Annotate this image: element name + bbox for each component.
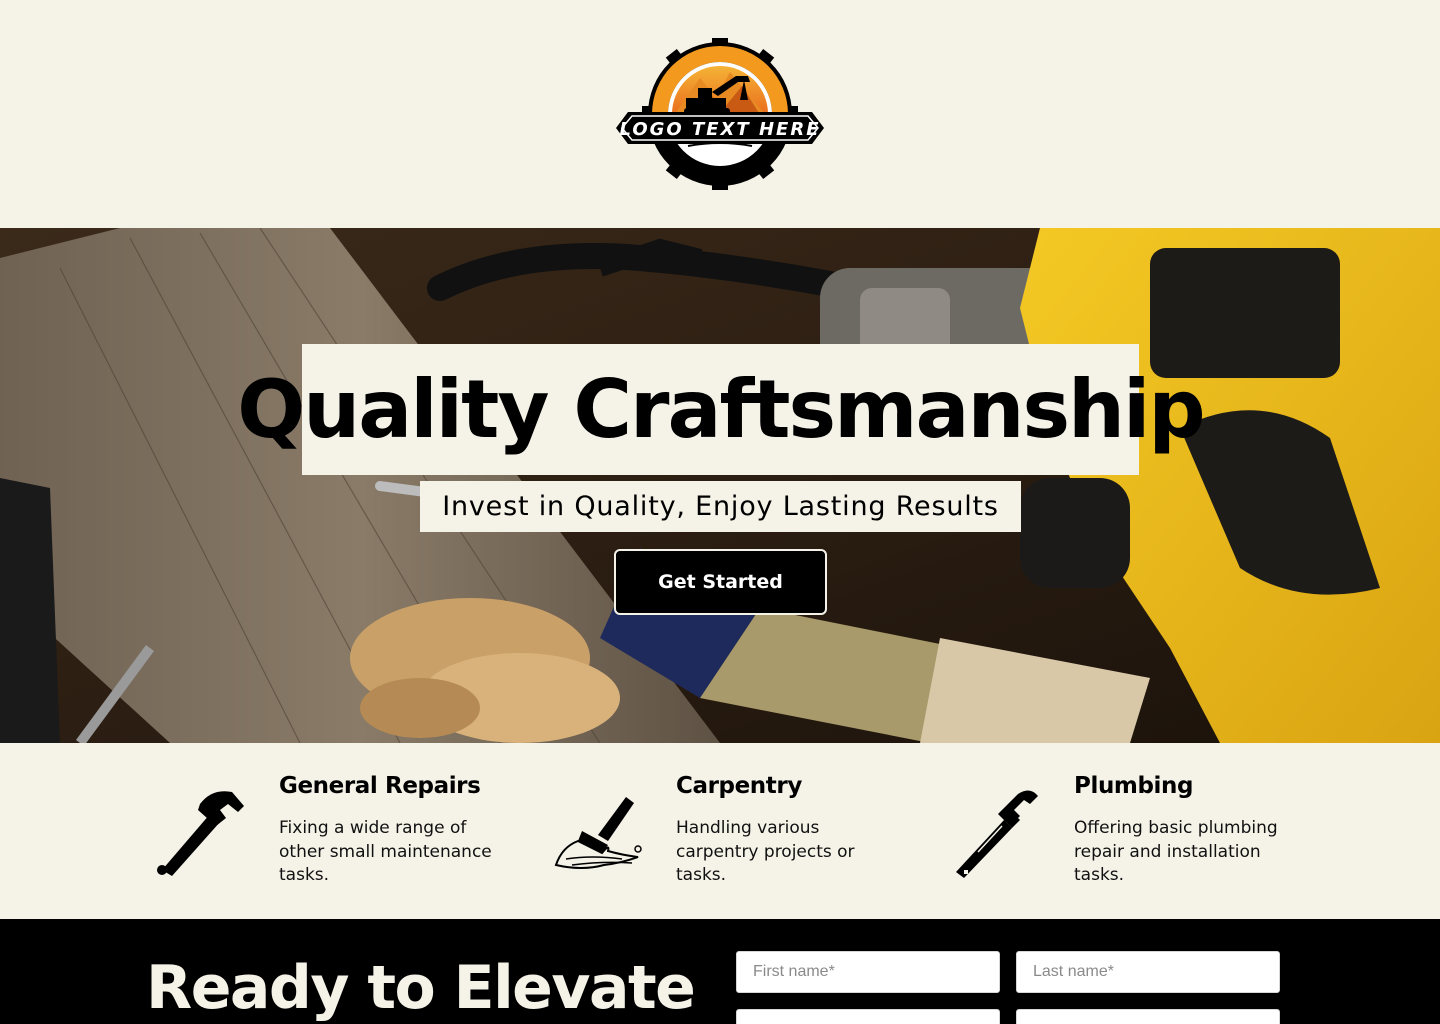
- hero-subtitle-box: Invest in Quality, Enjoy Lasting Results: [420, 481, 1021, 532]
- contact-heading: Ready to Elevate: [146, 953, 696, 1023]
- hero-section: Quality Craftsmanship Invest in Quality,…: [0, 228, 1440, 743]
- service-description: Fixing a wide range of other small maint…: [279, 818, 492, 885]
- logo[interactable]: LOGO TEXT HERE: [612, 38, 828, 190]
- get-started-button[interactable]: Get Started: [614, 549, 827, 615]
- services-section: General Repairs Fixing a wide range of o…: [0, 743, 1440, 919]
- hero-title-box: Quality Craftsmanship: [237, 344, 1206, 475]
- pipe-wrench-icon: [956, 790, 1038, 878]
- logo-text: LOGO TEXT HERE: [620, 119, 821, 140]
- contact-section: Ready to Elevate: [0, 919, 1440, 1024]
- service-description: Offering basic plumbing repair and insta…: [1074, 818, 1278, 885]
- logo-emblem-icon: LOGO TEXT HERE: [616, 38, 824, 190]
- hero-title: Quality Craftsmanship: [237, 362, 1205, 456]
- phone-field[interactable]: [1016, 1009, 1280, 1024]
- last-name-field[interactable]: [1016, 951, 1280, 993]
- paintbrush-icon: [554, 797, 642, 869]
- site-header: LOGO TEXT HERE: [0, 0, 1440, 228]
- email-field[interactable]: [736, 1009, 1000, 1024]
- service-title: Carpentry: [676, 773, 802, 799]
- service-description: Handling various carpentry projects or t…: [676, 818, 855, 885]
- hero-subtitle: Invest in Quality, Enjoy Lasting Results: [442, 491, 999, 522]
- service-title: Plumbing: [1074, 773, 1194, 799]
- hammer-icon: [157, 791, 244, 876]
- service-title: General Repairs: [279, 773, 481, 799]
- first-name-field[interactable]: [736, 951, 1000, 993]
